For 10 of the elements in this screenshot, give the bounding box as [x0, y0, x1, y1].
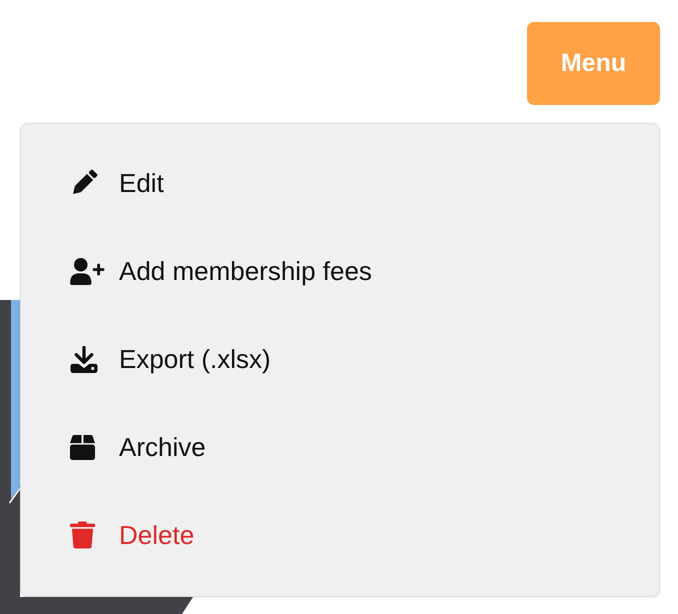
menu-item[interactable]: Export (.xlsx)	[70, 344, 271, 374]
menu-item[interactable]: Edit	[70, 168, 164, 198]
user-plus-icon	[70, 258, 105, 284]
menu-item[interactable]: Add membership fees	[70, 256, 372, 286]
box-icon	[70, 434, 95, 460]
menu-item[interactable]: Archive	[70, 432, 206, 462]
download-icon	[70, 346, 98, 372]
menu-item[interactable]: Delete	[70, 520, 194, 550]
pencil-icon	[70, 169, 98, 197]
trash-icon	[70, 521, 95, 549]
